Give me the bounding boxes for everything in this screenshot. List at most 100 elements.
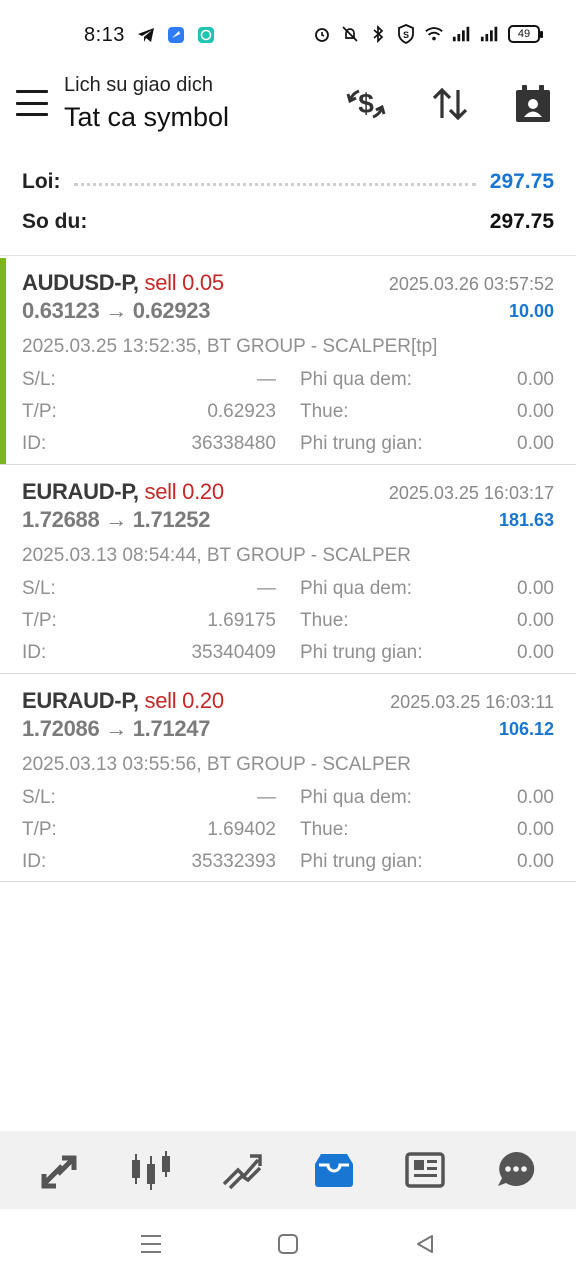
status-right-icons: S 49 xyxy=(312,24,543,44)
deal-prices: 1.72688 → 1.71252 xyxy=(22,507,211,532)
deal-item[interactable]: EURAUD-P, sell 0.20 1.72086 → 1.71247 20… xyxy=(0,673,576,882)
summary-panel: Loi: 297.75 So du: 297.75 xyxy=(0,162,576,242)
swap-label: Phi qua dem: xyxy=(300,787,412,808)
balance-value: 297.75 xyxy=(489,210,554,233)
swap-label: Phi qua dem: xyxy=(300,369,412,390)
tp-value: 0.62923 xyxy=(207,401,276,422)
id-label: ID: xyxy=(22,433,47,454)
page-title[interactable]: Tat ca symbol xyxy=(64,102,229,133)
deal-prices: 0.63123 → 0.62923 xyxy=(22,298,211,323)
sl-value: — xyxy=(257,578,276,599)
deal-open-info: 2025.03.25 13:52:35, BT GROUP - SCALPER[… xyxy=(22,336,438,357)
deal-symbol: EURAUD-P, sell 0.20 xyxy=(22,688,224,714)
deal-symbol-name: EURAUD-P, xyxy=(22,479,139,504)
deal-open-info: 2025.03.13 08:54:44, BT GROUP - SCALPER xyxy=(22,545,412,566)
id-label: ID: xyxy=(22,642,47,663)
back-triangle-icon[interactable] xyxy=(410,1229,440,1259)
id-value: 36338480 xyxy=(191,433,276,454)
battery-icon: 49 xyxy=(508,25,543,43)
commission-label: Phi trung gian: xyxy=(300,642,423,663)
deal-close-time: 2025.03.25 16:03:17 xyxy=(388,483,554,503)
deal-profit: 106.12 xyxy=(498,719,554,739)
status-left-icons xyxy=(136,25,216,45)
tp-label: T/P: xyxy=(22,401,57,422)
app-header: Lich su giao dich Tat ca symbol $ xyxy=(0,72,576,142)
deal-symbol: AUDUSD-P, sell 0.05 xyxy=(22,270,224,296)
chart-icon[interactable] xyxy=(121,1140,181,1200)
sl-label: S/L: xyxy=(22,369,56,390)
swap-value: 0.00 xyxy=(517,369,554,390)
selected-accent-bar xyxy=(0,258,6,465)
id-value: 35332393 xyxy=(191,851,276,872)
sl-label: S/L: xyxy=(22,787,56,808)
trade-icon[interactable] xyxy=(212,1140,272,1200)
deal-symbol-name: AUDUSD-P, xyxy=(22,270,139,295)
status-bar: 8:13 S 49 xyxy=(0,0,576,72)
deal-side: sell 0.20 xyxy=(144,688,225,713)
signal-icon xyxy=(452,24,472,44)
quotes-icon[interactable] xyxy=(30,1140,90,1200)
deal-profit: 10.00 xyxy=(508,301,554,321)
svg-text:S: S xyxy=(403,30,409,40)
balance-row: So du: 297.75 xyxy=(0,202,576,242)
sl-value: — xyxy=(257,787,276,808)
wifi-icon xyxy=(424,24,444,44)
deal-close-time: 2025.03.26 03:57:52 xyxy=(388,274,554,294)
app-icon xyxy=(166,25,186,45)
system-navigation-bar xyxy=(0,1209,576,1280)
deal-side: sell 0.20 xyxy=(144,479,225,504)
deal-symbol: EURAUD-P, sell 0.20 xyxy=(22,479,224,505)
id-label: ID: xyxy=(22,851,47,872)
alarm-icon xyxy=(312,24,332,44)
calendar-person-icon[interactable] xyxy=(511,82,555,126)
dotted-leader xyxy=(101,222,476,226)
sort-icon[interactable] xyxy=(428,82,472,126)
tax-label: Thue: xyxy=(300,610,349,631)
deal-close-time: 2025.03.25 16:03:11 xyxy=(390,692,554,712)
bluetooth-icon xyxy=(368,24,388,44)
home-square-icon[interactable] xyxy=(273,1229,303,1259)
commission-value: 0.00 xyxy=(517,642,554,663)
hamburger-menu-icon[interactable] xyxy=(16,90,48,116)
commission-value: 0.00 xyxy=(517,851,554,872)
deal-prices: 1.72086 → 1.71247 xyxy=(22,716,211,741)
recents-menu-icon[interactable] xyxy=(136,1229,166,1259)
tp-label: T/P: xyxy=(22,819,57,840)
history-icon[interactable] xyxy=(304,1140,364,1200)
commission-label: Phi trung gian: xyxy=(300,433,423,454)
tax-label: Thue: xyxy=(300,401,349,422)
id-value: 35340409 xyxy=(191,642,276,663)
page-subtitle: Lich su giao dich xyxy=(64,74,213,96)
swap-value: 0.00 xyxy=(517,787,554,808)
mute-icon xyxy=(340,24,360,44)
sl-value: — xyxy=(257,369,276,390)
news-icon[interactable] xyxy=(395,1140,455,1200)
swap-value: 0.00 xyxy=(517,578,554,599)
profit-label: Loi: xyxy=(22,170,61,193)
telegram-icon xyxy=(136,25,156,45)
bottom-navigation xyxy=(0,1131,576,1209)
deal-item[interactable]: EURAUD-P, sell 0.20 1.72688 → 1.71252 20… xyxy=(0,464,576,673)
commission-label: Phi trung gian: xyxy=(300,851,423,872)
tp-label: T/P: xyxy=(22,610,57,631)
deal-item[interactable]: AUDUSD-P, sell 0.05 0.63123 → 0.62923 20… xyxy=(0,255,576,465)
deals-list: AUDUSD-P, sell 0.05 0.63123 → 0.62923 20… xyxy=(0,255,576,882)
tax-value: 0.00 xyxy=(517,819,554,840)
chat-icon[interactable] xyxy=(486,1140,546,1200)
sl-label: S/L: xyxy=(22,578,56,599)
deal-symbol-name: EURAUD-P, xyxy=(22,688,139,713)
vpn-shield-icon: S xyxy=(396,24,416,44)
swap-label: Phi qua dem: xyxy=(300,578,412,599)
deal-side: sell 0.05 xyxy=(144,270,225,295)
deal-open-info: 2025.03.13 03:55:56, BT GROUP - SCALPER xyxy=(22,754,412,775)
dotted-leader xyxy=(74,182,476,186)
tp-value: 1.69175 xyxy=(207,610,276,631)
balance-label: So du: xyxy=(22,210,88,233)
profit-row: Loi: 297.75 xyxy=(0,162,576,202)
status-time: 8:13 xyxy=(84,24,125,46)
svg-text:$: $ xyxy=(358,88,374,119)
currency-swap-icon[interactable]: $ xyxy=(344,82,388,126)
messenger-icon xyxy=(196,25,216,45)
tax-value: 0.00 xyxy=(517,401,554,422)
commission-value: 0.00 xyxy=(517,433,554,454)
